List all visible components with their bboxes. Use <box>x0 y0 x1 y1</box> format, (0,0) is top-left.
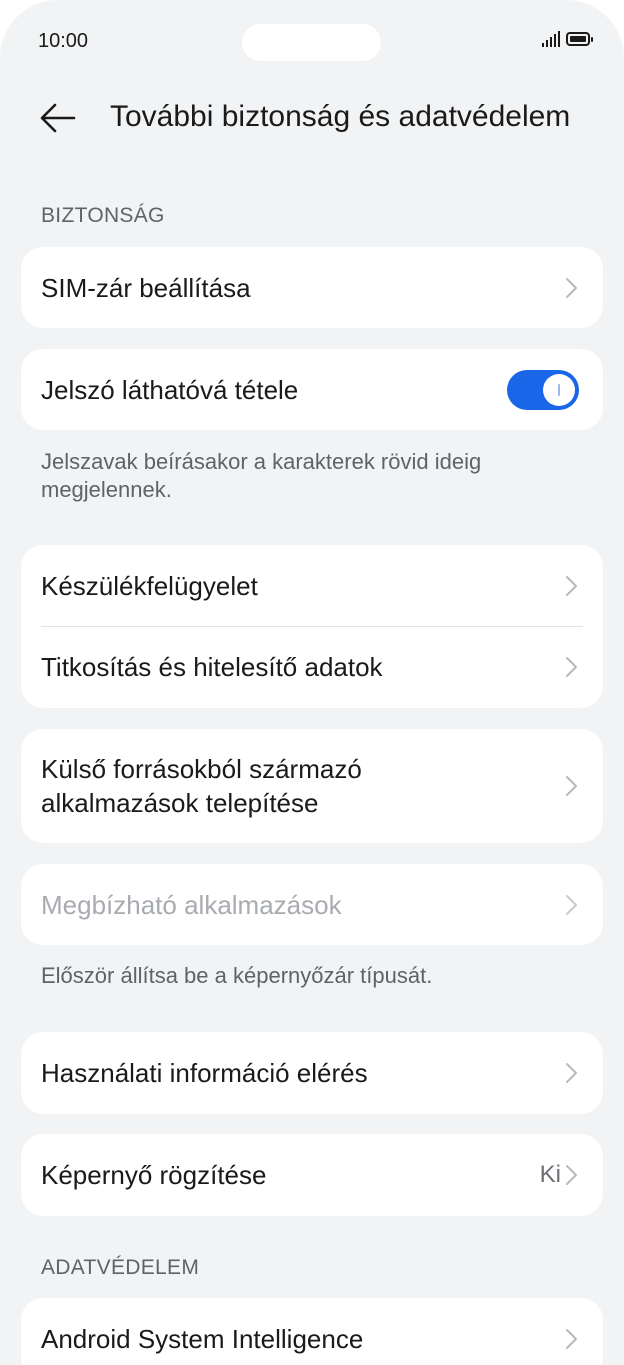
sim-lock-row[interactable]: SIM-zár beállítása <box>21 247 603 328</box>
status-bar: 10:00 <box>0 0 624 84</box>
usage-access-label: Használati információ elérés <box>41 1058 368 1088</box>
show-password-row[interactable]: Jelszó láthatóvá tétele <box>21 349 603 430</box>
app-bar: További biztonság és adatvédelem <box>0 84 624 152</box>
screen-pinning-row[interactable]: Képernyő rögzítése Ki <box>21 1134 603 1216</box>
back-button[interactable] <box>34 94 82 142</box>
chevron-right-icon <box>566 277 577 298</box>
chevron-right-icon <box>566 776 577 796</box>
external-sources-row[interactable]: Külső forrásokból származó alkalmazások … <box>21 729 603 843</box>
show-password-label: Jelszó láthatóvá tétele <box>41 374 299 405</box>
card-sim-lock: SIM-zár beállítása <box>21 247 603 328</box>
screen-pinning-value: Ki <box>539 1161 561 1188</box>
card-device-admin: Készülékfelügyelet Titkosítás és hiteles… <box>21 545 603 708</box>
android-system-intelligence-label: Android System Intelligence <box>41 1324 364 1354</box>
battery-icon <box>566 32 593 46</box>
trusted-agents-note: Először állítsa be a képernyőzár típusát… <box>41 963 433 988</box>
card-trusted-agents: Megbízható alkalmazások <box>21 864 603 945</box>
card-usage-access: Használati információ elérés <box>21 1032 603 1114</box>
chevron-right-icon <box>566 1165 577 1185</box>
trusted-agents-label: Megbízható alkalmazások <box>41 889 342 920</box>
status-icons <box>542 31 593 47</box>
show-password-toggle[interactable] <box>507 369 579 410</box>
camera-notch <box>242 24 381 61</box>
signal-icon <box>542 31 560 47</box>
trusted-agents-row[interactable]: Megbízható alkalmazások <box>21 864 603 945</box>
device-admin-label: Készülékfelügyelet <box>41 570 258 601</box>
encryption-row[interactable]: Titkosítás és hitelesítő adatok <box>21 626 603 708</box>
chevron-right-icon <box>566 657 577 677</box>
section-header-privacy: ADATVÉDELEM <box>41 1256 200 1279</box>
show-password-note: Jelszavak beírásakor a karakterek rövid … <box>41 449 482 502</box>
toggle-knob <box>543 373 575 406</box>
external-sources-label: Külső forrásokból származó alkalmazások … <box>41 754 362 818</box>
sim-lock-label: SIM-zár beállítása <box>41 272 251 303</box>
phone-screen: 10:00 További biztonság és adatvédelem B… <box>0 0 624 1365</box>
screen-pinning-label: Képernyő rögzítése <box>41 1160 267 1190</box>
card-android-system-intelligence: Android System Intelligence <box>21 1298 603 1365</box>
usage-access-row[interactable]: Használati információ elérés <box>21 1032 603 1114</box>
chevron-right-icon <box>566 1329 577 1349</box>
page-title: További biztonság és adatvédelem <box>110 100 571 133</box>
chevron-right-icon <box>566 575 577 596</box>
card-screen-pinning: Képernyő rögzítése Ki <box>21 1134 603 1216</box>
card-show-password: Jelszó láthatóvá tétele <box>21 349 603 430</box>
section-header-security: BIZTONSÁG <box>41 204 165 227</box>
chevron-right-icon <box>566 1063 577 1083</box>
arrow-left-icon <box>40 103 76 133</box>
android-system-intelligence-row[interactable]: Android System Intelligence <box>21 1298 603 1365</box>
encryption-label: Titkosítás és hitelesítő adatok <box>41 652 383 682</box>
card-external-sources: Külső forrásokból származó alkalmazások … <box>21 729 603 843</box>
chevron-right-icon <box>566 894 577 915</box>
device-admin-row[interactable]: Készülékfelügyelet <box>21 545 603 626</box>
status-time: 10:00 <box>38 30 89 52</box>
row-divider <box>41 626 583 627</box>
